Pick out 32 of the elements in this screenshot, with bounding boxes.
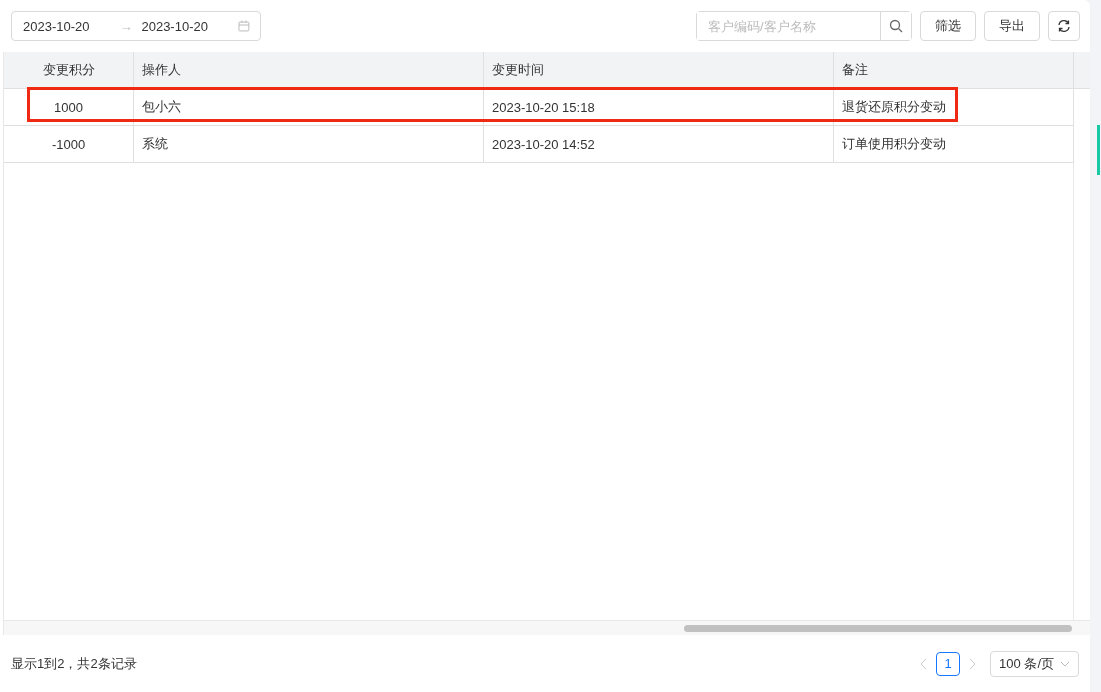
column-header: 备注 bbox=[834, 52, 1074, 89]
table-cell: 退货还原积分变动 bbox=[834, 89, 1074, 126]
start-date: 2023-10-20 bbox=[23, 18, 91, 34]
calendar-icon bbox=[238, 20, 250, 32]
search-icon bbox=[889, 19, 903, 33]
record-summary: 显示1到2，共2条记录 bbox=[11, 654, 137, 673]
search-button[interactable] bbox=[880, 12, 911, 40]
column-header: 变更积分 bbox=[4, 52, 134, 89]
scrollbar-thumb[interactable] bbox=[684, 624, 1072, 632]
table-cell: 2023-10-20 14:52 bbox=[484, 126, 834, 163]
previous-page-icon[interactable] bbox=[920, 657, 929, 670]
chevron-down-icon bbox=[1060, 660, 1070, 667]
range-separator: → bbox=[119, 18, 134, 34]
refresh-button[interactable] bbox=[1048, 11, 1080, 41]
end-date: 2023-10-20 bbox=[141, 18, 209, 34]
table-cell: 系统 bbox=[134, 126, 484, 163]
next-page-icon[interactable] bbox=[968, 657, 977, 670]
side-indicator bbox=[1097, 125, 1100, 175]
table-cell: -1000 bbox=[4, 126, 134, 163]
page-size-select[interactable]: 100 条/页 bbox=[990, 650, 1079, 677]
column-header: 变更时间 bbox=[484, 52, 834, 89]
page-button[interactable]: 1 bbox=[936, 651, 961, 676]
search-field[interactable]: 客户编码/客户名称 bbox=[696, 11, 912, 41]
date-range-picker[interactable]: 2023-10-20 → 2023-10-20 bbox=[11, 11, 261, 41]
table-cell: 1000 bbox=[4, 89, 134, 126]
table-cell: 订单使用积分变动 bbox=[834, 126, 1074, 163]
refresh-icon bbox=[1057, 19, 1071, 33]
table-cell: 2023-10-20 15:18 bbox=[484, 89, 834, 126]
table-cell: 包小六 bbox=[134, 89, 484, 126]
toolbar-button[interactable]: 筛选 bbox=[920, 11, 976, 41]
column-header: 操作人 bbox=[134, 52, 484, 89]
toolbar-button[interactable]: 导出 bbox=[984, 11, 1040, 41]
